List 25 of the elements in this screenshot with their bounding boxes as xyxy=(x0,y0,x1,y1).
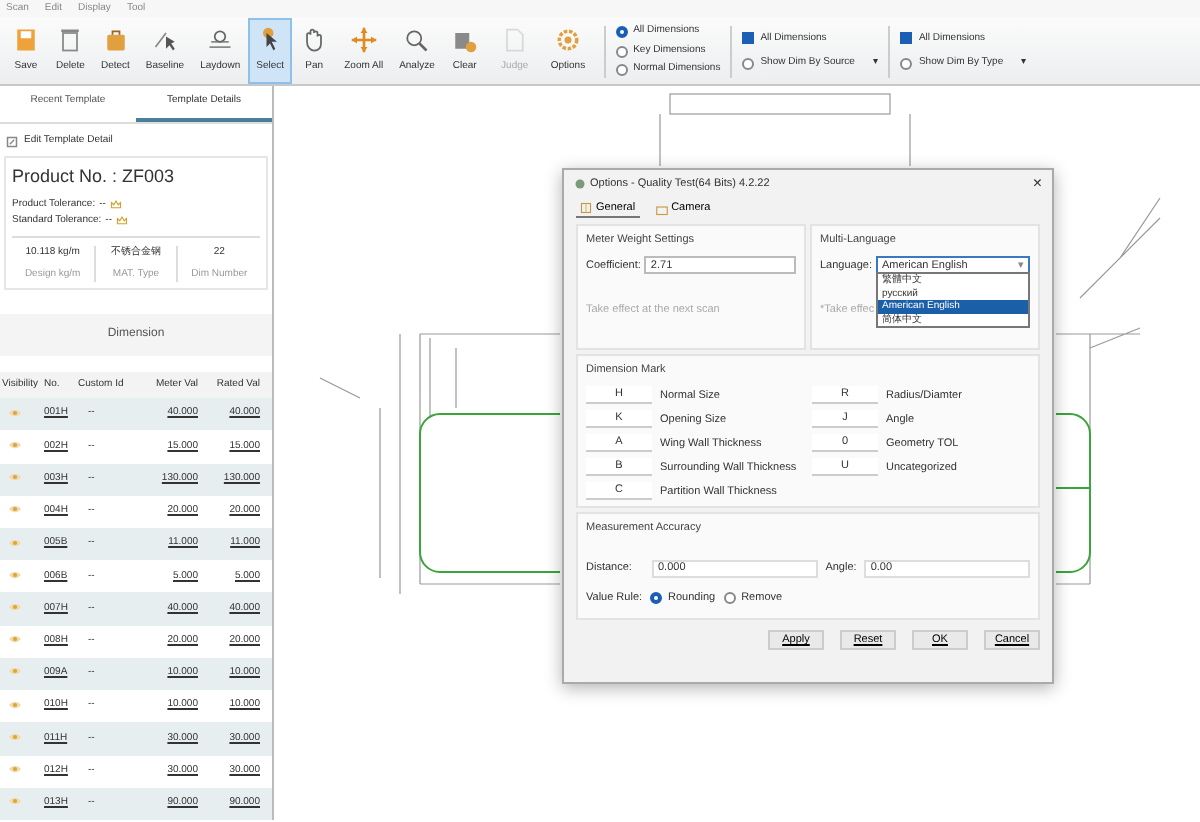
camera-icon xyxy=(655,203,668,215)
eye-icon xyxy=(8,764,22,775)
eye-icon xyxy=(8,731,22,742)
eye-icon xyxy=(8,472,22,483)
edit-icon xyxy=(6,136,18,149)
move-icon xyxy=(349,26,378,55)
eye-icon xyxy=(8,699,22,710)
product-title: Product No. : ZF003 xyxy=(12,163,177,190)
magnifier-icon xyxy=(402,26,431,55)
save-icon xyxy=(12,26,40,55)
gear-icon xyxy=(553,26,582,55)
close-button[interactable]: × xyxy=(1032,172,1042,196)
eye-icon xyxy=(8,796,22,807)
eye-icon xyxy=(8,569,22,580)
eye-icon xyxy=(8,439,22,450)
document-icon xyxy=(500,26,529,55)
trash-icon xyxy=(56,26,85,55)
bag-icon xyxy=(101,26,130,55)
grid-icon xyxy=(580,202,592,214)
eye-icon xyxy=(8,666,22,677)
eye-icon xyxy=(8,407,22,418)
eye-icon xyxy=(8,537,22,548)
eye-icon xyxy=(8,504,22,515)
eye-icon xyxy=(8,634,22,645)
eye-icon xyxy=(8,601,22,612)
